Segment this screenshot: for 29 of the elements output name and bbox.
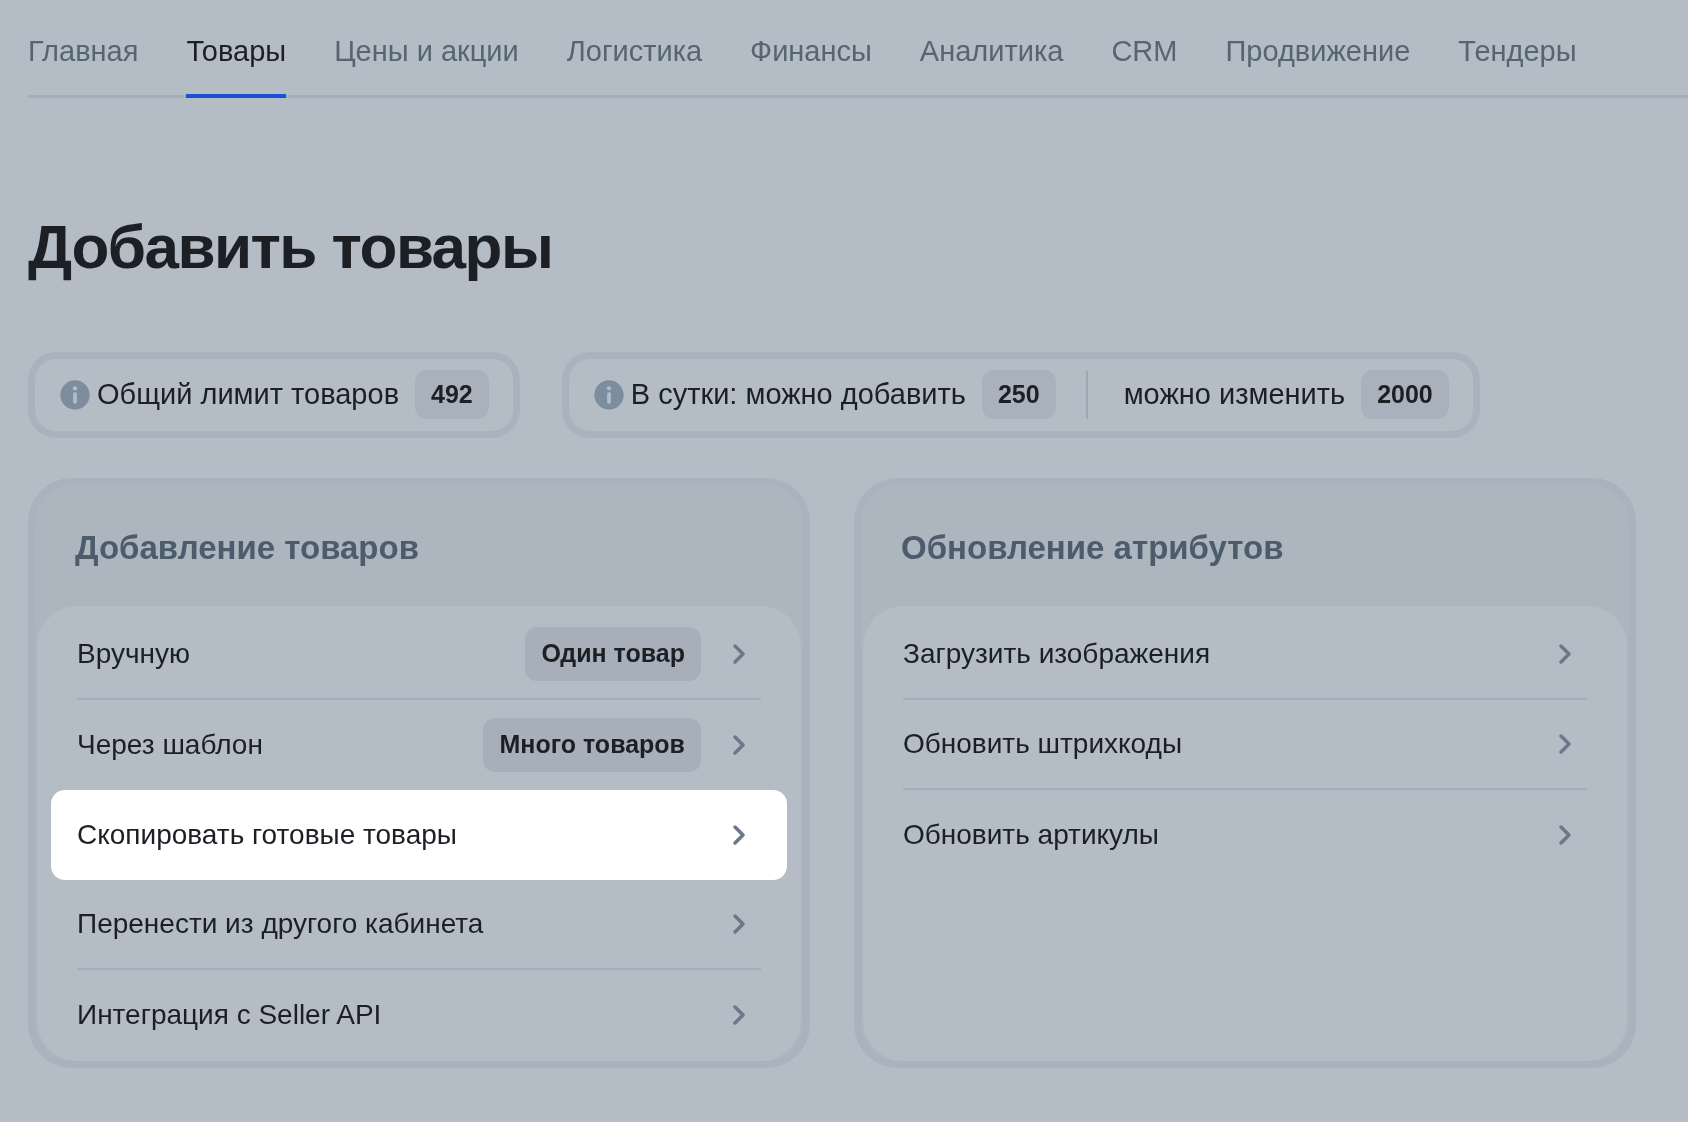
menu-item[interactable]: Скопировать готовые товары — [51, 790, 787, 880]
nav-tab[interactable]: Товары — [186, 30, 287, 98]
menu-item[interactable]: Через шаблон Много товаров — [51, 700, 787, 790]
menu-item[interactable]: Обновить артикулы — [877, 790, 1613, 880]
item-label: Через шаблон — [77, 728, 264, 762]
item-label: Перенести из другого кабинета — [77, 907, 485, 941]
item-label: Загрузить изображения — [903, 637, 1212, 671]
limit-count: 250 — [981, 369, 1056, 420]
limit-label: Общий лимит товаров — [97, 376, 400, 412]
item-tag: Много товаров — [483, 718, 701, 772]
menu-item[interactable]: Вручную Один товар — [51, 610, 787, 700]
item-label: Вручную — [77, 637, 191, 671]
menu-item[interactable]: Перенести из другого кабинета — [51, 880, 787, 970]
item-label: Обновить артикулы — [903, 818, 1160, 852]
info-icon — [59, 378, 91, 411]
limit-label: В сутки: можно добавить — [630, 376, 966, 412]
limit-count: 2000 — [1361, 369, 1449, 420]
item-label: Скопировать готовые товары — [77, 818, 458, 852]
limit-label: можно изменить — [1123, 376, 1346, 412]
item-label: Обновить штрихкоды — [903, 727, 1184, 761]
item-tag: Один товар — [525, 627, 701, 681]
item-label: Интеграция с Seller API — [77, 998, 383, 1032]
info-icon — [592, 378, 625, 411]
menu-item[interactable]: Интеграция с Seller API — [51, 970, 787, 1060]
menu-item[interactable]: Обновить штрихкоды — [877, 700, 1613, 790]
section-title: Добавление товаров — [74, 527, 420, 568]
menu-item[interactable]: Загрузить изображения — [877, 610, 1613, 700]
limit-count: 492 — [415, 369, 489, 420]
section-title: Обновление атрибутов — [900, 527, 1285, 568]
